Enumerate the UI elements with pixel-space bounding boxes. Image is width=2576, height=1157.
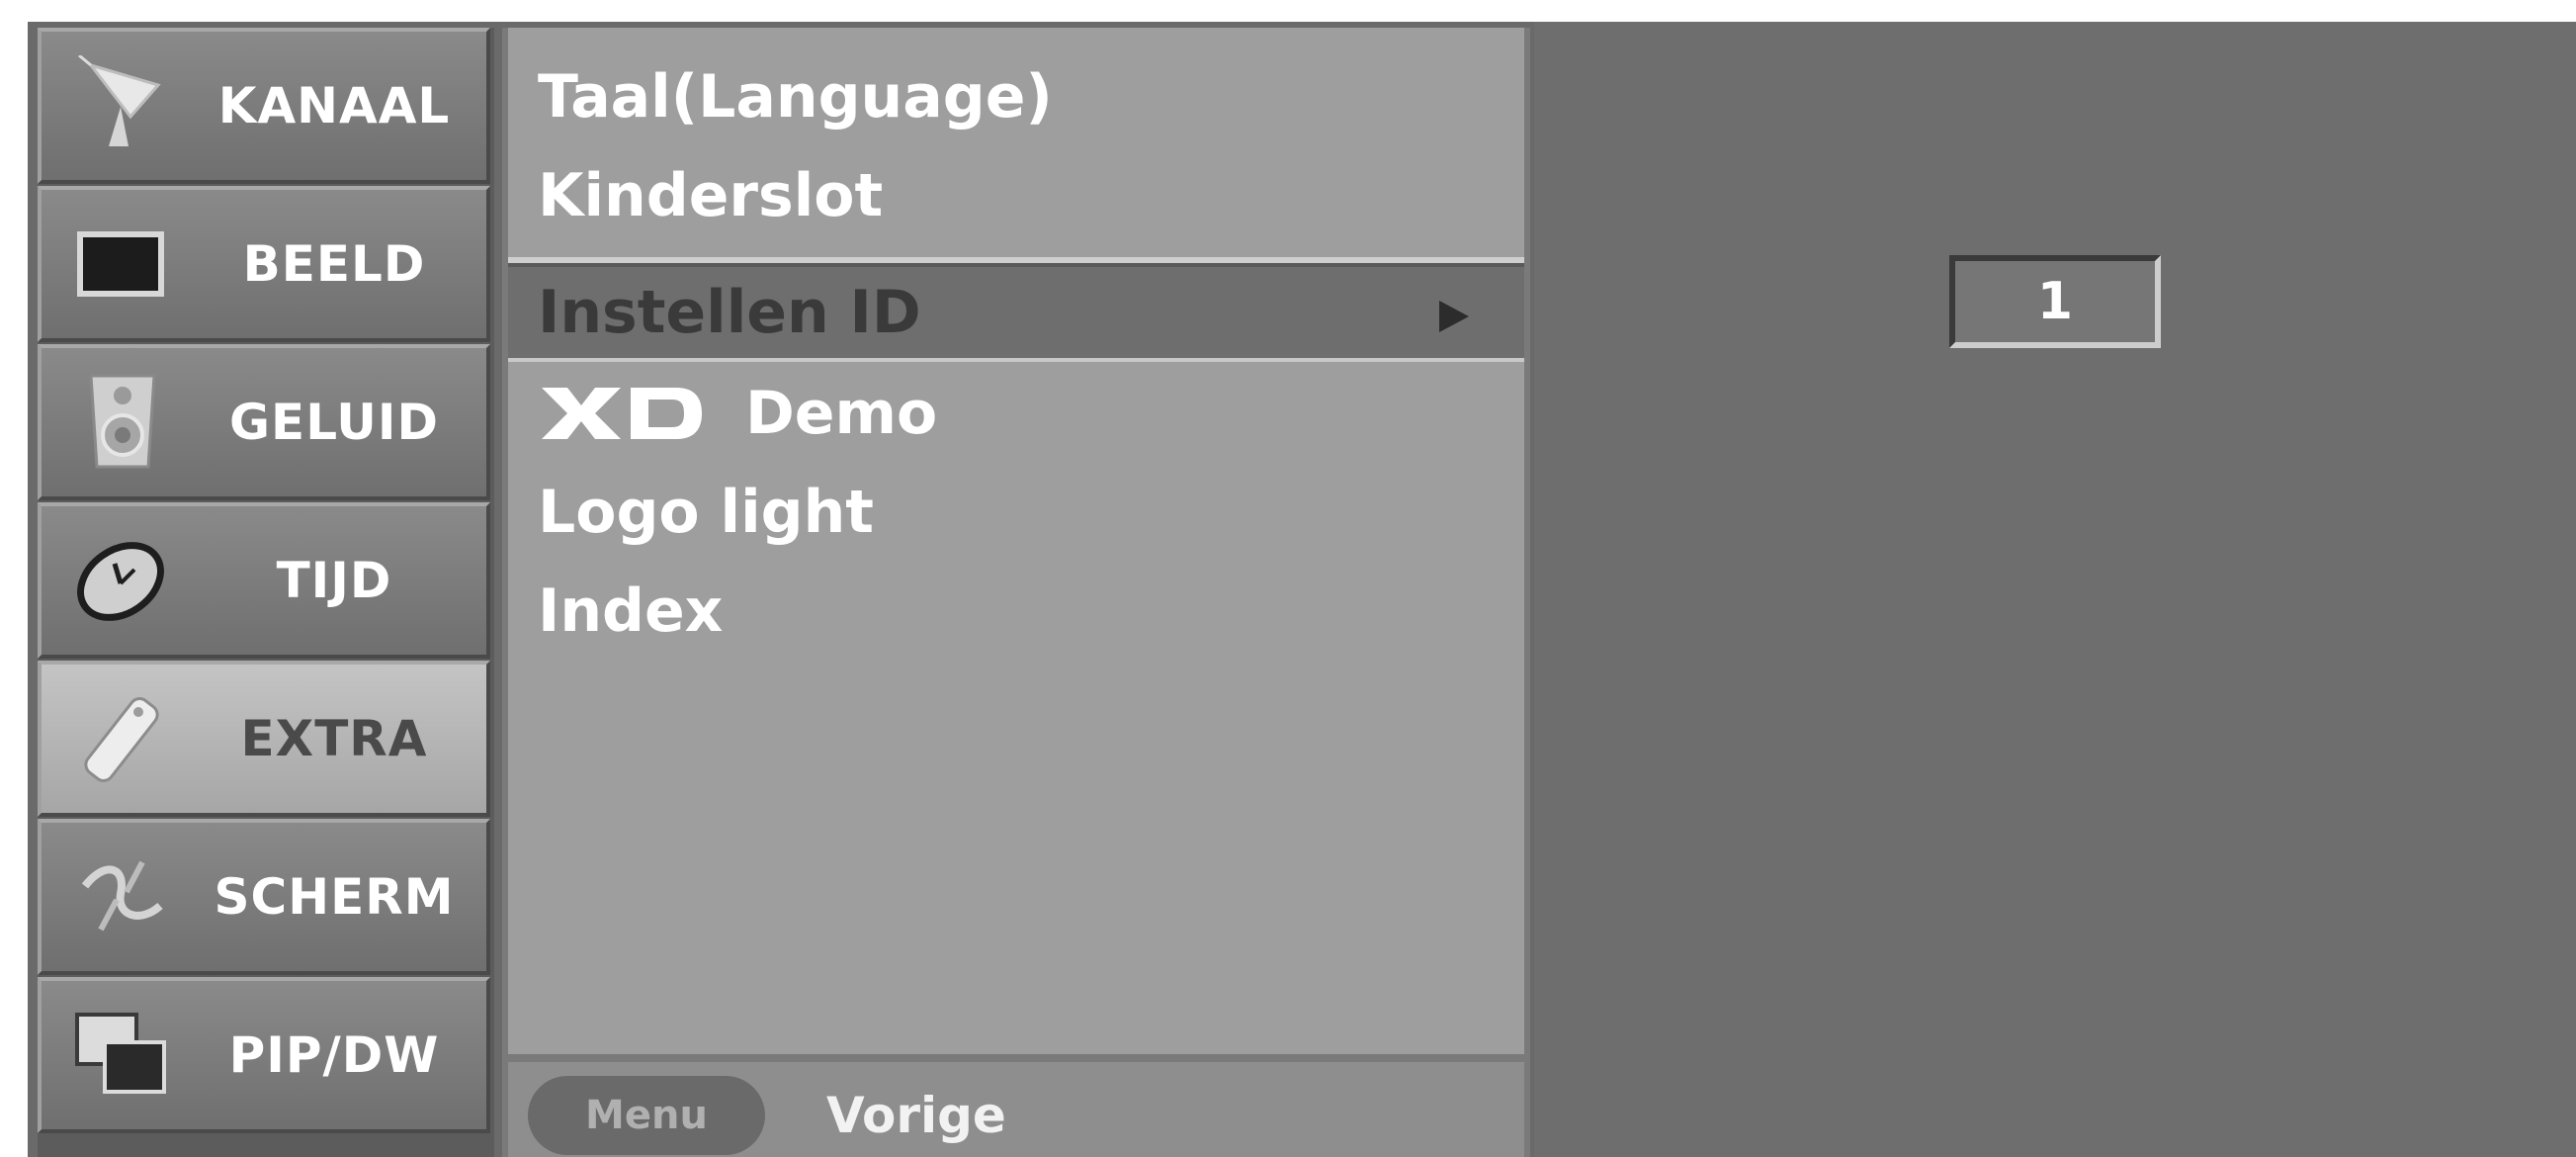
menu-item-label: Taal(Language) [538, 62, 1053, 132]
sidebar-item-label: TIJD [276, 552, 392, 609]
remote-control-icon [84, 697, 159, 782]
sidebar-item-pip-dw[interactable]: PIP/DW [38, 977, 490, 1133]
back-hint-label: Vorige [826, 1087, 1006, 1144]
pip-windows-icon [75, 1013, 166, 1094]
sidebar-item-label: BEELD [242, 235, 426, 293]
screen-adjust-icon [81, 860, 163, 932]
sidebar-item-tijd[interactable]: TIJD [38, 502, 490, 659]
sidebar-item-label: EXTRA [240, 710, 428, 767]
submenu-arrow-icon [1439, 301, 1469, 332]
sidebar-item-kanaal[interactable]: KANAAL [38, 28, 490, 184]
speaker-icon [89, 374, 156, 469]
menu-item-instellen-id[interactable]: Instellen ID [508, 263, 1524, 362]
menu-item-label: Logo light [538, 478, 874, 547]
sidebar-item-label: KANAAL [217, 77, 451, 134]
sidebar-item-label: GELUID [229, 394, 439, 451]
menu-item-index[interactable]: Index [508, 562, 1524, 661]
sidebar-item-scherm[interactable]: SCHERM [38, 819, 490, 975]
sidebar-item-label: PIP/DW [228, 1026, 440, 1084]
clock-icon [77, 542, 164, 621]
menu-item-label: Index [538, 577, 724, 646]
menu-item-label: Instellen ID [538, 278, 921, 347]
xd-logo-icon [542, 388, 702, 439]
menu-footer: Menu Vorige [508, 1054, 1524, 1157]
satellite-dish-icon [78, 55, 161, 146]
menu-item-taal[interactable]: Taal(Language) [508, 47, 1524, 146]
menu-item-xd-demo[interactable]: XD Demo [508, 364, 1524, 463]
sidebar-item-geluid[interactable]: GELUID [38, 344, 490, 500]
sidebar-item-label: SCHERM [214, 868, 455, 926]
extra-options-menu: Taal(Language) Kinderslot Instellen ID X… [502, 28, 1530, 1157]
category-sidebar: KANAAL BEELD GELUID TIJD EXTRA SCHERM PI… [38, 28, 494, 1157]
value-panel: 1 [1534, 22, 2576, 1157]
menu-item-kinderslot[interactable]: Kinderslot [508, 146, 1524, 245]
picture-screen-icon [77, 231, 164, 297]
menu-item-logo-light[interactable]: Logo light [508, 463, 1524, 562]
sidebar-item-extra[interactable]: EXTRA [38, 661, 490, 817]
menu-button[interactable]: Menu [528, 1076, 765, 1155]
sidebar-item-beeld[interactable]: BEELD [38, 186, 490, 342]
menu-item-label: Kinderslot [538, 161, 884, 230]
xd-logo: XD [538, 384, 706, 443]
set-id-value-field[interactable]: 1 [1949, 255, 2161, 348]
menu-item-label: Demo [745, 379, 938, 448]
